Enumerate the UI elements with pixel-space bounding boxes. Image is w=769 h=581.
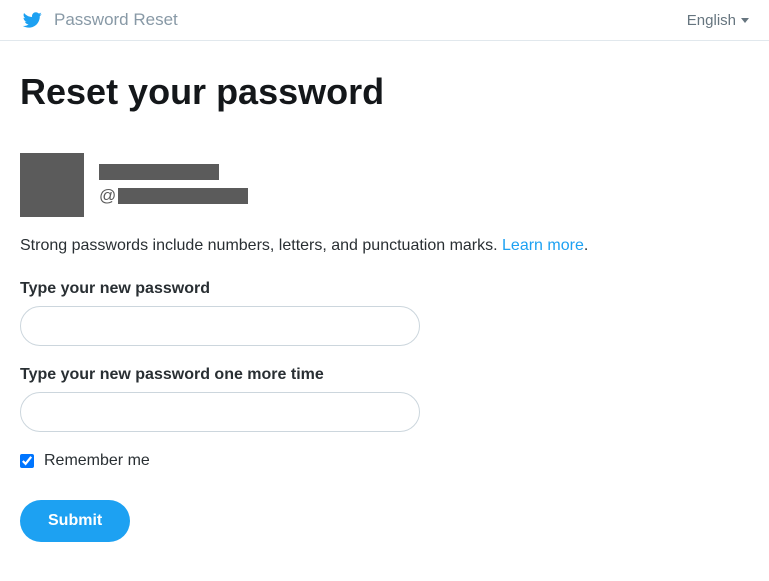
remember-me-label: Remember me: [44, 452, 150, 470]
submit-button[interactable]: Submit: [20, 500, 130, 542]
page-heading: Reset your password: [20, 71, 749, 113]
header-left: Password Reset: [20, 10, 178, 30]
at-symbol: @: [99, 186, 116, 206]
avatar: [20, 153, 84, 217]
display-name-redacted: [99, 164, 219, 180]
header: Password Reset English: [0, 0, 769, 41]
remember-me-row: Remember me: [20, 452, 749, 470]
hint-period: .: [584, 237, 588, 254]
learn-more-link[interactable]: Learn more: [502, 237, 584, 254]
twitter-logo-icon: [20, 10, 44, 30]
confirm-password-input[interactable]: [20, 392, 420, 432]
handle-redacted: [118, 188, 248, 204]
new-password-label: Type your new password: [20, 280, 749, 298]
header-title: Password Reset: [54, 10, 178, 30]
new-password-input[interactable]: [20, 306, 420, 346]
language-label: English: [687, 12, 736, 29]
user-text: @: [99, 164, 248, 206]
user-info: @: [20, 153, 749, 217]
handle-row: @: [99, 186, 248, 206]
remember-me-checkbox[interactable]: [20, 454, 34, 468]
password-hint: Strong passwords include numbers, letter…: [20, 237, 749, 255]
confirm-password-label: Type your new password one more time: [20, 366, 749, 384]
language-selector[interactable]: English: [687, 12, 749, 29]
main-content: Reset your password @ Strong passwords i…: [0, 41, 769, 572]
chevron-down-icon: [741, 18, 749, 23]
hint-text: Strong passwords include numbers, letter…: [20, 237, 502, 254]
